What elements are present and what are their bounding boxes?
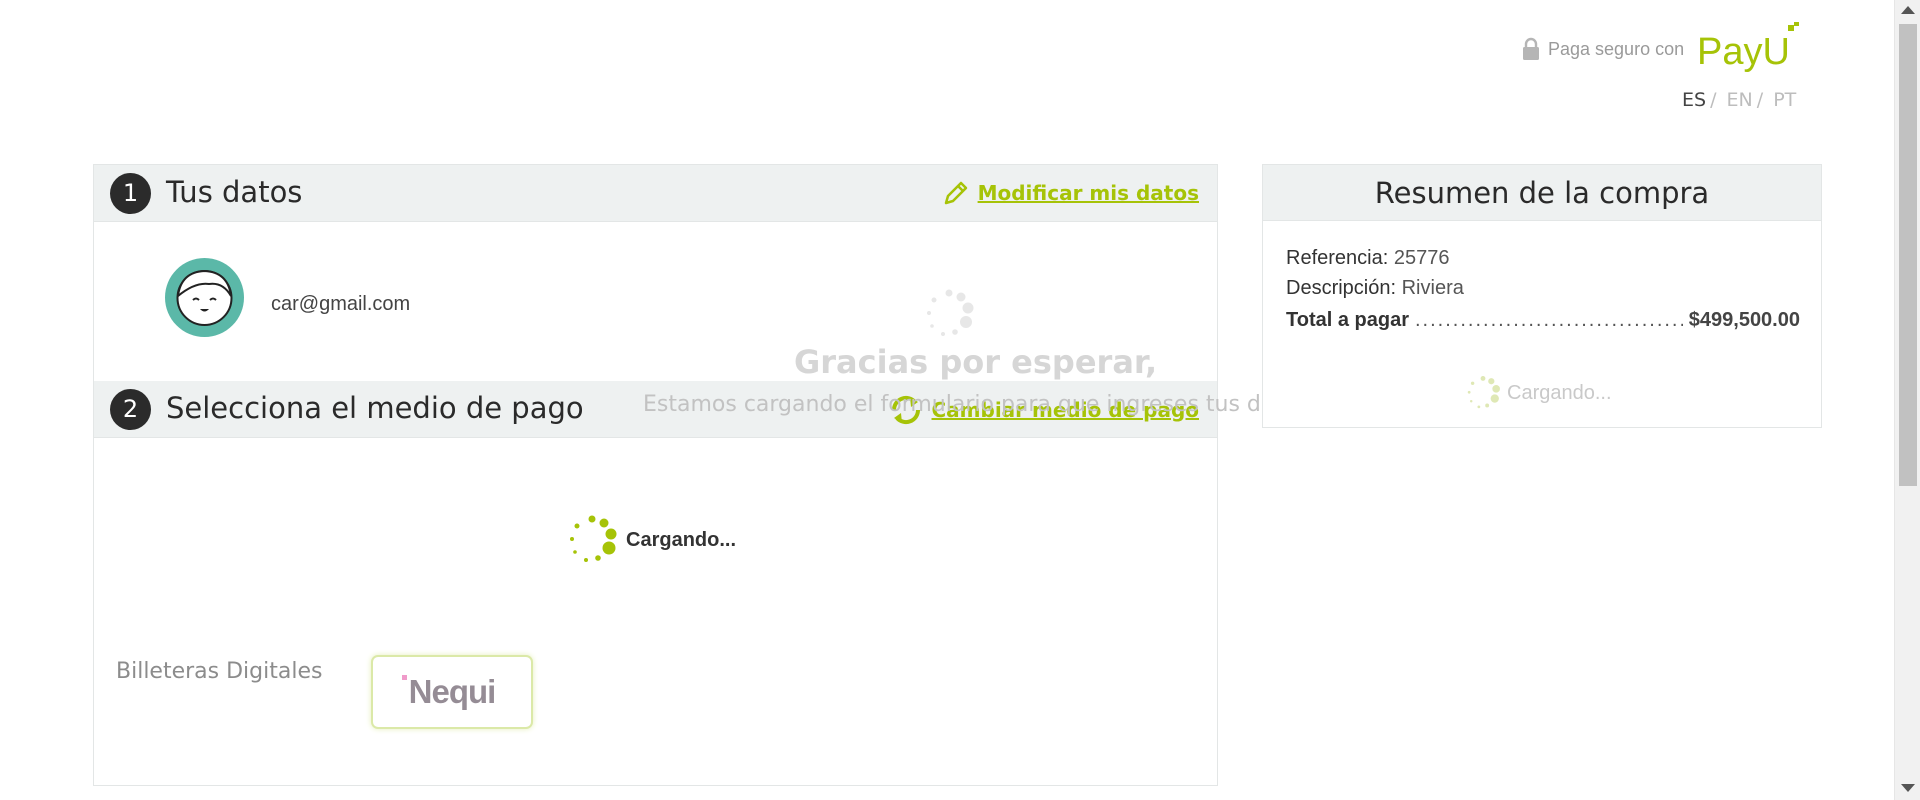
lang-en[interactable]: EN bbox=[1727, 89, 1753, 111]
total-row: Total a pagar ..........................… bbox=[1286, 309, 1800, 332]
loading-spinner-icon bbox=[570, 515, 617, 562]
overlay-subtitle: Estamos cargando el formulario para que … bbox=[643, 392, 1315, 417]
pencil-icon bbox=[944, 181, 967, 205]
loading-label: Cargando... bbox=[626, 528, 737, 551]
checkout-card: 1 Tus datos Modificar mis datos car@gmai… bbox=[93, 164, 1218, 786]
purchase-summary: Resumen de la compra Referencia: 25776 D… bbox=[1262, 164, 1822, 428]
modify-data-link[interactable]: Modificar mis datos bbox=[942, 179, 1199, 207]
modify-data-label[interactable]: Modificar mis datos bbox=[978, 181, 1199, 205]
payu-logo: PayU bbox=[1697, 22, 1799, 73]
step1-header: 1 Tus datos Modificar mis datos bbox=[94, 165, 1217, 222]
summary-spinner-icon bbox=[1467, 376, 1500, 409]
step1-title: Tus datos bbox=[166, 175, 303, 209]
reference-row: Referencia: 25776 bbox=[1286, 247, 1449, 270]
total-dots: ........................................… bbox=[1415, 309, 1683, 331]
description-value: Riviera bbox=[1401, 277, 1464, 299]
page-scrollbar[interactable] bbox=[1894, 0, 1920, 800]
total-amount: $499,500.00 bbox=[1688, 309, 1800, 331]
lang-separator: / bbox=[1756, 89, 1764, 111]
payment-methods-loading: Cargando... bbox=[566, 514, 736, 566]
reference-label: Referencia: bbox=[1286, 247, 1389, 269]
avatar bbox=[165, 258, 244, 337]
lock-icon bbox=[1523, 37, 1539, 60]
lang-pt[interactable]: PT bbox=[1773, 89, 1796, 111]
overlay-title: Gracias por esperar, bbox=[794, 343, 1158, 381]
summary-loading: Cargando... bbox=[1465, 375, 1612, 411]
nequi-logo: Nequi bbox=[401, 673, 497, 711]
step1-number: 1 bbox=[110, 173, 151, 214]
step2-number: 2 bbox=[110, 389, 151, 430]
digital-wallets-label: Billeteras Digitales bbox=[116, 659, 323, 684]
scroll-down-arrow-icon[interactable] bbox=[1901, 784, 1915, 792]
user-email: car@gmail.com bbox=[271, 293, 411, 315]
summary-header: Resumen de la compra bbox=[1263, 165, 1821, 221]
scroll-thumb[interactable] bbox=[1899, 24, 1917, 486]
scroll-up-arrow-icon[interactable] bbox=[1901, 6, 1915, 14]
secure-payment-text: Paga seguro con bbox=[1548, 38, 1685, 59]
reference-value: 25776 bbox=[1393, 247, 1450, 269]
overlay-spinner-icon bbox=[927, 289, 974, 336]
secure-payment-notice: Paga seguro con bbox=[1520, 34, 1696, 64]
svg-text:PayU: PayU bbox=[1697, 31, 1790, 73]
lang-separator: / bbox=[1710, 89, 1717, 111]
language-selector: ES / EN / PT bbox=[1682, 89, 1800, 111]
nequi-dot-icon bbox=[401, 675, 407, 680]
description-row: Descripción: Riviera bbox=[1286, 277, 1464, 300]
summary-title: Resumen de la compra bbox=[1374, 176, 1710, 210]
nequi-label: Nequi bbox=[408, 673, 497, 710]
step2-title: Selecciona el medio de pago bbox=[166, 391, 584, 425]
lang-es[interactable]: ES bbox=[1682, 89, 1706, 111]
description-label: Descripción: bbox=[1286, 277, 1397, 299]
total-label: Total a pagar bbox=[1286, 309, 1409, 331]
summary-loading-label: Cargando... bbox=[1507, 381, 1612, 404]
nequi-button[interactable]: Nequi bbox=[371, 655, 533, 729]
